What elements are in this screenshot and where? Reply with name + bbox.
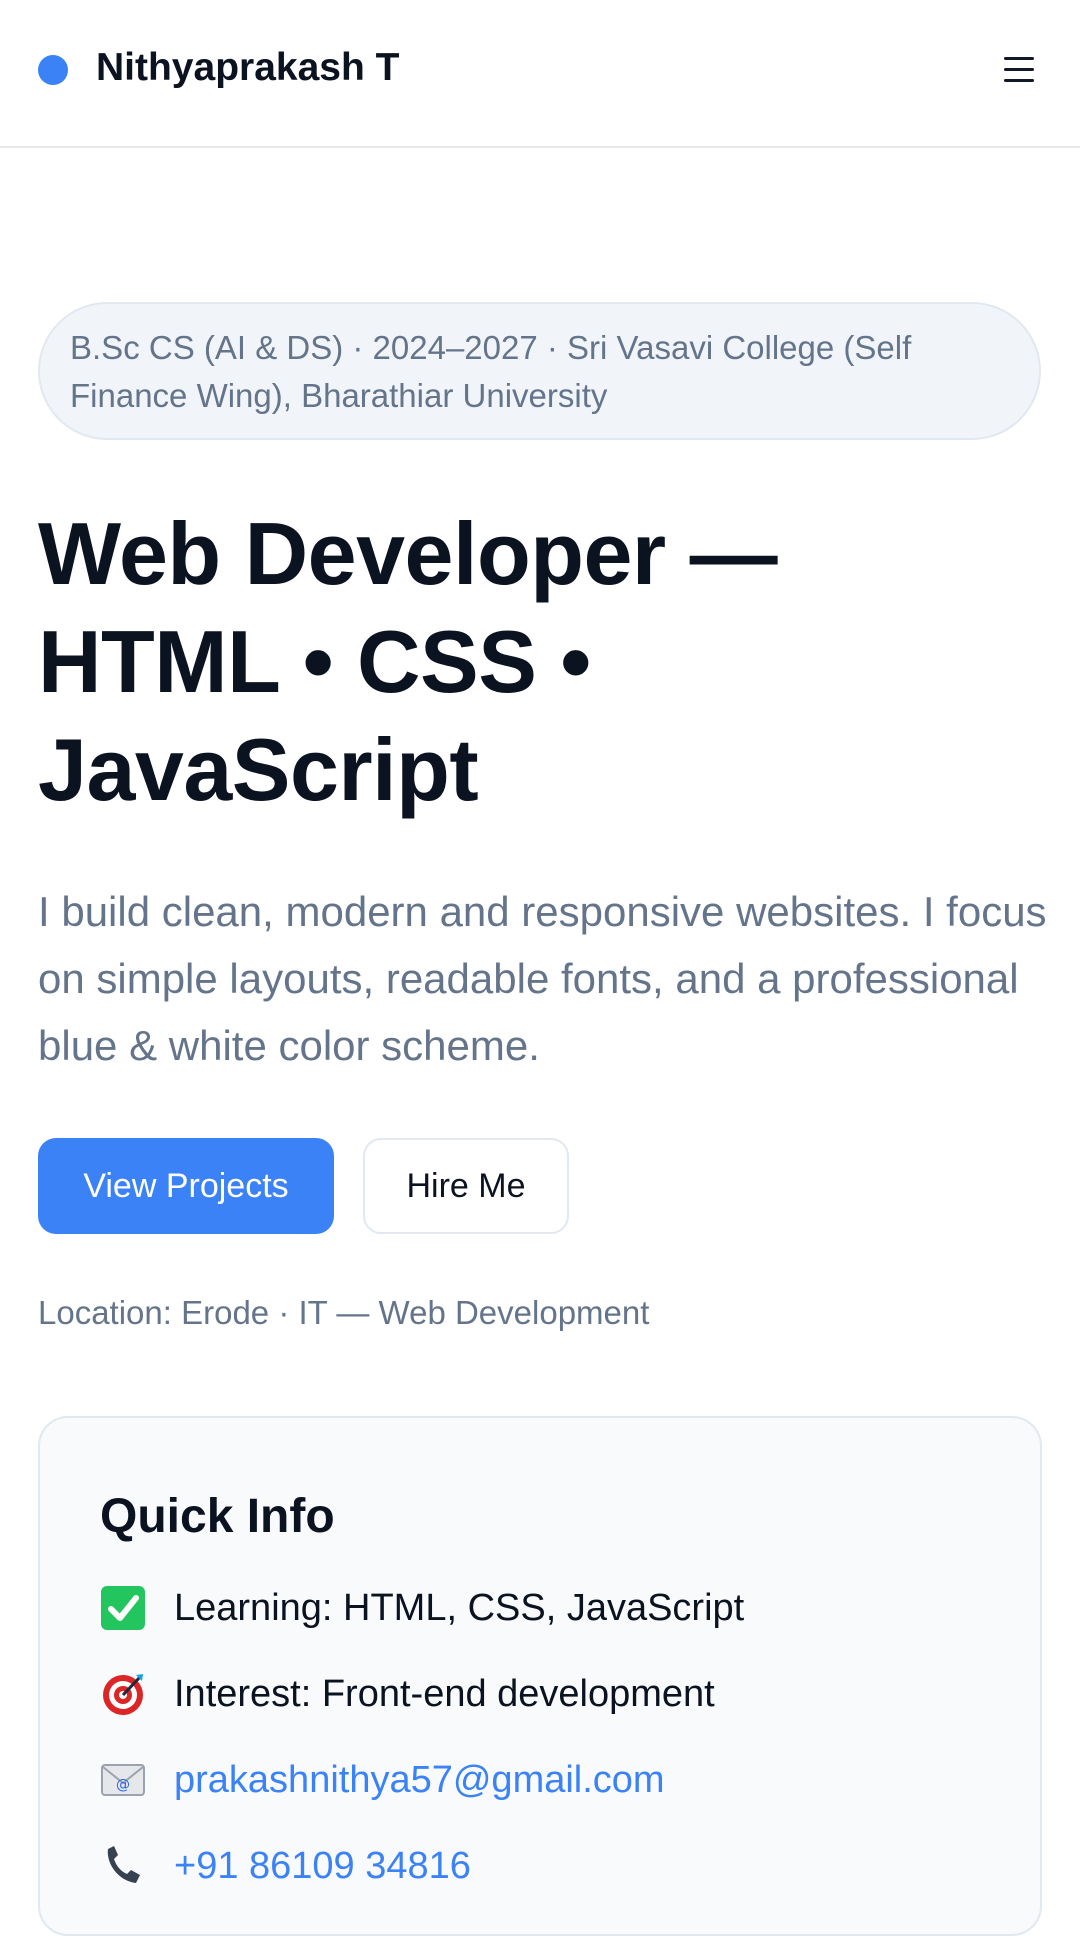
hero-title-line: JavaScript xyxy=(38,720,479,819)
target-icon xyxy=(100,1671,146,1717)
quick-info-text: Learning: HTML, CSS, JavaScript xyxy=(174,1587,745,1629)
hamburger-menu-icon[interactable] xyxy=(996,48,1042,90)
menu-bar-line xyxy=(1004,78,1034,82)
view-projects-button[interactable]: View Projects xyxy=(38,1138,334,1234)
quick-info-item-learning: Learning: HTML, CSS, JavaScript xyxy=(100,1584,744,1632)
phone-link[interactable]: +91 86109 34816 xyxy=(174,1842,471,1890)
hero-title-line: Web Developer — xyxy=(38,504,778,603)
hire-me-button[interactable]: Hire Me xyxy=(363,1138,569,1234)
quick-info-title: Quick Info xyxy=(100,1490,335,1543)
menu-bar-line xyxy=(1004,67,1034,71)
menu-bar-line xyxy=(1004,56,1034,60)
check-mark-icon xyxy=(100,1585,146,1631)
email-link[interactable]: prakashnithya57@gmail.com xyxy=(174,1756,665,1804)
quick-info-text: Interest: Front-end development xyxy=(174,1673,715,1715)
hero-title-line: HTML • CSS • xyxy=(38,612,591,711)
quick-info-item-phone[interactable]: +91 86109 34816 xyxy=(100,1842,471,1890)
quick-info-item-email[interactable]: @ prakashnithya57@gmail.com xyxy=(100,1756,665,1804)
phone-icon xyxy=(100,1843,146,1889)
envelope-icon: @ xyxy=(100,1757,146,1803)
hero-title: Web Developer — HTML • CSS • JavaScript xyxy=(38,500,1038,824)
location-text: Location: Erode · IT — Web Development xyxy=(38,1294,650,1331)
quick-info-item-interest: Interest: Front-end development xyxy=(100,1670,715,1718)
brand-dot-icon xyxy=(38,55,68,85)
hero-description: I build clean, modern and responsive web… xyxy=(38,888,1047,1069)
brand-name[interactable]: Nithyaprakash T xyxy=(96,44,399,92)
education-badge: B.Sc CS (AI & DS) · 2024–2027 · Sri Vasa… xyxy=(38,302,1041,440)
svg-text:@: @ xyxy=(116,1777,130,1793)
top-navbar: Nithyaprakash T xyxy=(0,0,1080,148)
quick-info-card: Quick Info Learning: HTML, CSS, JavaScri… xyxy=(38,1416,1042,1936)
